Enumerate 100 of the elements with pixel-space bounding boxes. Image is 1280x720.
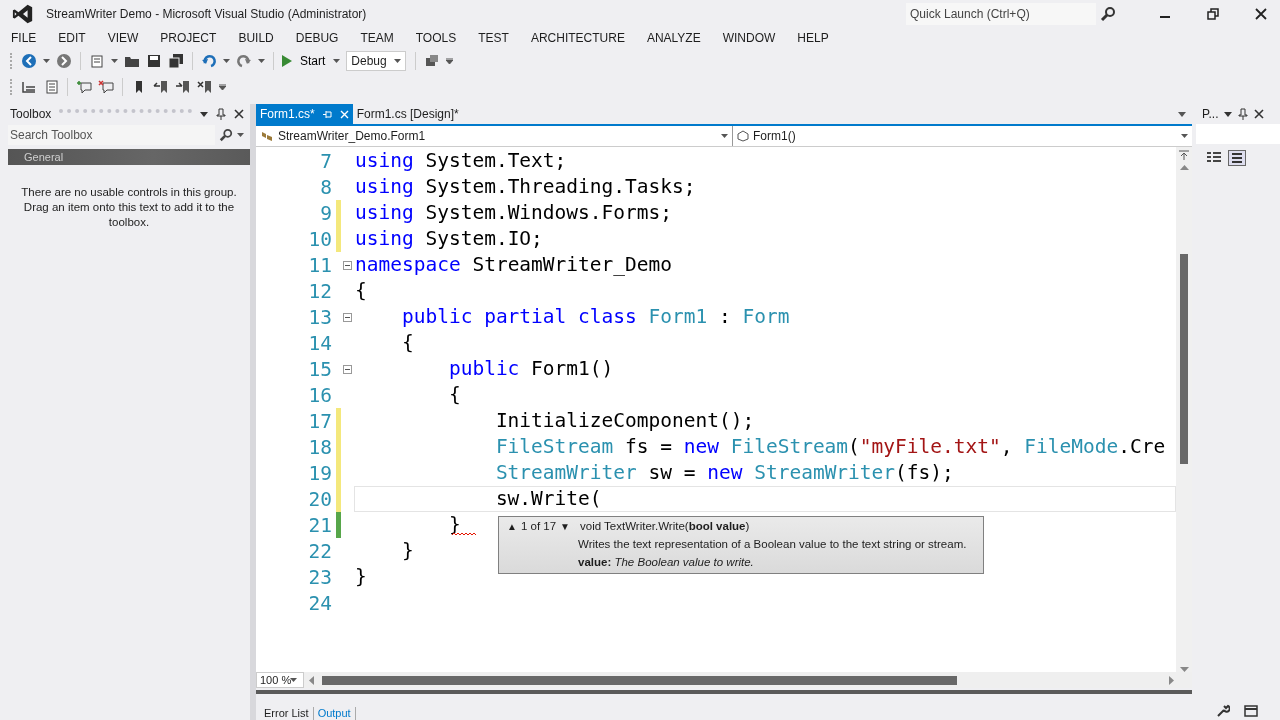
window-icon[interactable] <box>1244 704 1258 718</box>
line-number: 18 <box>307 435 332 459</box>
menu-item[interactable]: EDIT <box>58 31 86 45</box>
line-number: 24 <box>307 591 332 615</box>
pin-icon[interactable] <box>216 108 226 120</box>
dropdown-arrow-icon[interactable] <box>258 59 265 63</box>
back-icon[interactable] <box>21 53 37 69</box>
scroll-right-icon[interactable] <box>1169 675 1174 685</box>
code-line: { <box>400 330 415 356</box>
line-number: 16 <box>307 383 332 407</box>
collapse-icon[interactable] <box>343 312 352 322</box>
overflow-icon[interactable] <box>219 84 226 90</box>
code-line: using System.Windows.Forms; <box>354 200 673 226</box>
close-icon[interactable] <box>1254 109 1265 119</box>
line-number: 7 <box>319 149 332 173</box>
code-line: } <box>447 512 462 538</box>
uncomment-icon[interactable] <box>98 79 114 95</box>
menu-item[interactable]: VIEW <box>107 31 139 45</box>
output-tab[interactable]: Output <box>313 707 356 720</box>
line-number: 17 <box>307 409 332 433</box>
code-line: { <box>447 382 462 408</box>
forward-icon[interactable] <box>56 53 72 69</box>
new-project-icon[interactable] <box>89 53 105 69</box>
menu-item[interactable]: WINDOW <box>722 31 776 45</box>
dropdown-arrow-icon[interactable] <box>237 133 244 137</box>
alphabetical-icon[interactable] <box>1228 150 1246 166</box>
search-icon[interactable] <box>1100 6 1116 22</box>
method-icon <box>737 130 749 142</box>
menu-item[interactable]: FILE <box>11 31 37 45</box>
dropdown-arrow-icon[interactable] <box>1224 111 1233 117</box>
next-bookmark-icon[interactable] <box>175 79 191 95</box>
indent-icon[interactable] <box>21 79 37 95</box>
next-overload-button[interactable]: ▼ <box>560 520 570 532</box>
scroll-left-icon[interactable] <box>309 675 314 685</box>
dropdown-arrow-icon[interactable] <box>1181 134 1188 138</box>
line-number: 22 <box>307 539 332 563</box>
search-field[interactable]: Search Toolbox <box>8 125 215 145</box>
close-icon[interactable] <box>234 109 244 119</box>
line-number: 8 <box>319 175 332 199</box>
dropdown-arrow-icon[interactable] <box>721 134 728 138</box>
dropdown-arrow-icon[interactable] <box>1178 111 1186 117</box>
menu-item[interactable]: TOOLS <box>415 31 457 45</box>
menu-item[interactable]: ARCHITECTURE <box>530 31 625 45</box>
start-button[interactable]: Start <box>298 54 328 68</box>
vertical-scrollbar-thumb[interactable] <box>1180 254 1188 464</box>
toolbox-group-header[interactable]: General <box>8 149 250 165</box>
dropdown-arrow-icon[interactable] <box>290 678 297 682</box>
play-icon[interactable] <box>282 55 292 67</box>
horizontal-scrollbar-thumb[interactable] <box>322 675 958 685</box>
line-number: 14 <box>307 331 332 355</box>
output-tab[interactable]: Error List <box>260 707 314 720</box>
menu-item[interactable]: HELP <box>797 31 829 45</box>
menu-item[interactable]: PROJECT <box>160 31 217 45</box>
document-tab[interactable]: Form1.cs [Design]* <box>352 104 463 124</box>
line-number: 20 <box>307 487 332 511</box>
comment-icon[interactable] <box>76 79 92 95</box>
redo-icon[interactable] <box>236 53 252 69</box>
save-all-icon[interactable] <box>168 53 184 69</box>
method-description: Writes the text representation of a Boolean value to the text string or stream. <box>578 538 968 550</box>
categorized-icon[interactable] <box>1206 151 1222 165</box>
menu-item[interactable]: DEBUG <box>295 31 339 45</box>
code-line: } <box>354 564 368 590</box>
dropdown-arrow-icon[interactable] <box>200 111 208 117</box>
line-number: 10 <box>307 227 332 251</box>
menu-item[interactable]: TEAM <box>360 31 394 45</box>
menu-item[interactable]: ANALYZE <box>646 31 701 45</box>
overload-counter: 1 of 17 <box>520 520 557 532</box>
panel-title: P... <box>1202 107 1219 121</box>
restore-icon[interactable] <box>1206 7 1220 21</box>
dropdown-arrow-icon[interactable] <box>111 59 118 63</box>
class-icon <box>260 130 274 142</box>
attach-icon[interactable] <box>424 53 441 69</box>
dropdown-arrow-icon[interactable] <box>223 59 230 63</box>
menu-item[interactable]: TEST <box>478 31 509 45</box>
undo-icon[interactable] <box>201 53 217 69</box>
code-line: public partial class Form1 : Form <box>400 304 791 330</box>
pin-icon[interactable] <box>1238 108 1249 120</box>
zoom-dropdown[interactable]: 100 % <box>256 672 304 688</box>
close-icon[interactable] <box>1254 7 1268 21</box>
configuration-dropdown[interactable]: Debug <box>346 51 407 71</box>
clear-bookmarks-icon[interactable] <box>197 79 213 95</box>
quick-launch-field[interactable]: Quick Launch (Ctrl+Q) <box>906 3 1096 25</box>
type-dropdown[interactable]: StreamWriter_Demo.Form1 <box>278 129 717 143</box>
menu-item[interactable]: BUILD <box>238 31 274 45</box>
overflow-icon[interactable] <box>446 58 454 64</box>
scroll-up-icon[interactable] <box>1179 165 1189 170</box>
dropdown-arrow-icon[interactable] <box>333 59 341 63</box>
previous-bookmark-icon[interactable] <box>153 79 169 95</box>
dropdown-arrow-icon[interactable] <box>394 59 402 63</box>
search-icon[interactable] <box>219 128 233 142</box>
list-icon[interactable] <box>43 79 59 95</box>
dropdown-arrow-icon[interactable] <box>43 59 50 63</box>
member-dropdown[interactable]: Form1() <box>753 129 1177 143</box>
collapse-icon[interactable] <box>343 260 352 270</box>
collapse-icon[interactable] <box>343 364 352 374</box>
save-icon[interactable] <box>146 53 162 69</box>
line-number: 12 <box>307 279 332 303</box>
wrench-icon[interactable] <box>1216 704 1230 718</box>
split-icon[interactable] <box>1178 149 1190 161</box>
previous-overload-button[interactable]: ▲ <box>507 520 517 532</box>
